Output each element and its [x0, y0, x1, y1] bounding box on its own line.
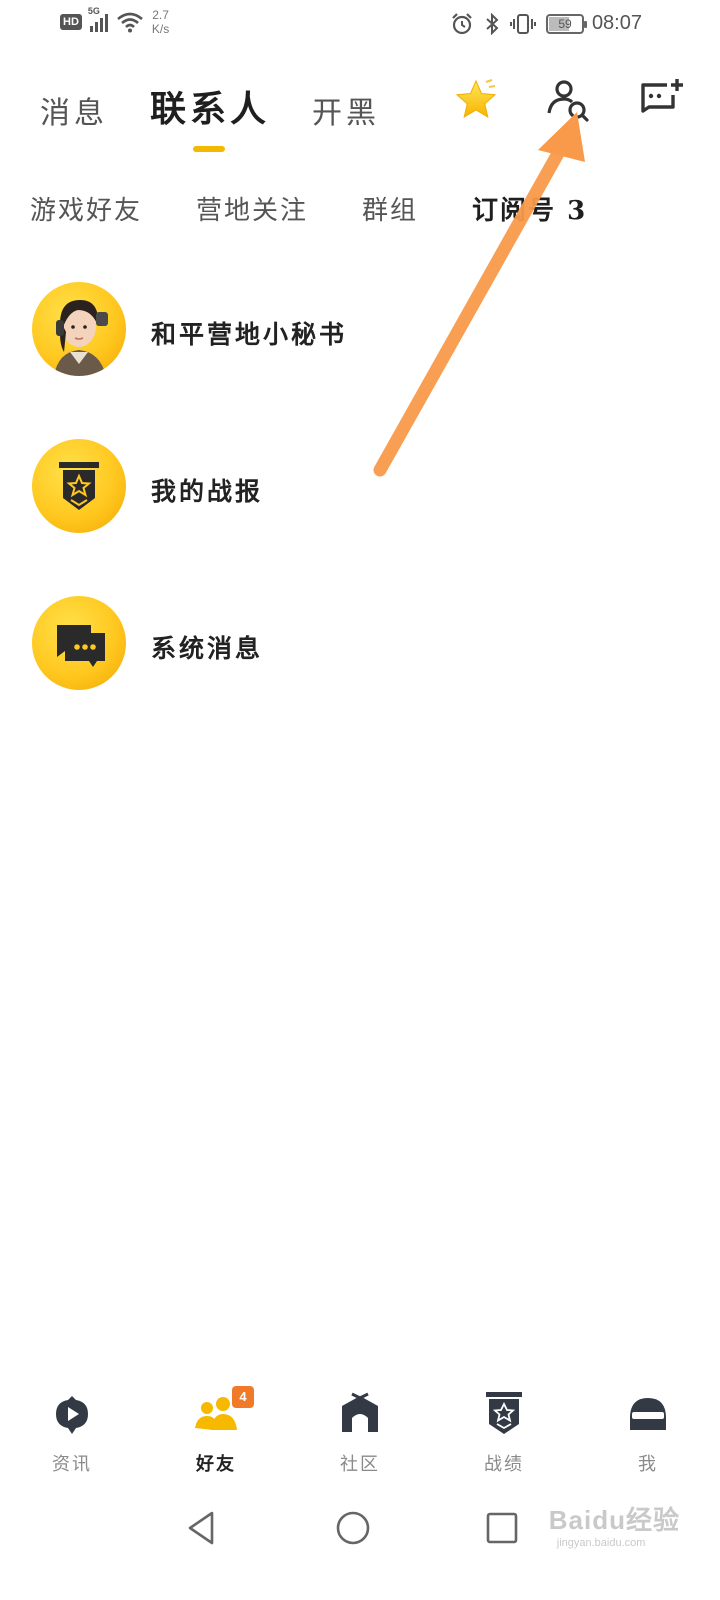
wifi-icon — [117, 12, 143, 33]
watermark-url: jingyan.baidu.com — [556, 1537, 646, 1549]
top-tab-bar: 消息 联系人 开黑 — [40, 80, 422, 152]
vibrate-icon — [510, 14, 536, 34]
nav-label: 资讯 — [52, 1454, 92, 1475]
badge-icon — [32, 439, 126, 533]
record-icon — [480, 1390, 528, 1438]
contact-name: 我的战报 — [151, 477, 264, 506]
tab-messages[interactable]: 消息 — [40, 88, 108, 132]
alarm-icon — [452, 13, 472, 35]
list-item[interactable]: 和平营地小秘书 — [0, 275, 720, 432]
battery-level: 59 — [558, 17, 572, 31]
contact-list: 和平营地小秘书 我的战报 系统消息 — [0, 275, 720, 746]
nav-me[interactable]: 我 — [576, 1390, 720, 1490]
new-chat-icon[interactable] — [636, 76, 684, 124]
subtab-subscriptions[interactable]: 订阅号 3 — [472, 190, 587, 227]
community-icon — [336, 1390, 384, 1438]
network-speed: 2.7 K/s — [152, 8, 169, 36]
nav-record[interactable]: 战绩 — [432, 1390, 576, 1490]
status-left: HD 5G 2.7 K/s — [60, 6, 169, 36]
message-icon — [32, 596, 126, 690]
star-icon[interactable] — [452, 76, 500, 124]
find-friend-icon[interactable] — [544, 76, 592, 124]
nav-friends[interactable]: 4 好友 — [144, 1386, 288, 1490]
clock: 08:07 — [591, 12, 642, 34]
recents-icon[interactable] — [482, 1508, 522, 1548]
back-icon[interactable] — [182, 1508, 222, 1548]
home-icon[interactable] — [333, 1508, 373, 1548]
tab-contacts-label: 联系人 — [150, 88, 271, 130]
contact-name: 系统消息 — [151, 634, 264, 663]
speed-value: 2.7 — [152, 8, 169, 22]
tab-team-up[interactable]: 开黑 — [312, 88, 380, 132]
me-icon — [624, 1390, 672, 1438]
list-item[interactable]: 系统消息 — [0, 589, 720, 746]
speed-unit: K/s — [151, 22, 170, 36]
hd-badge: HD — [60, 14, 82, 30]
nav-label: 好友 — [196, 1454, 236, 1475]
baidu-watermark: Baidu经验 jingyan.baidu.com — [549, 1500, 680, 1549]
tab-contacts[interactable]: 联系人 — [150, 80, 271, 152]
nav-label: 社区 — [340, 1454, 380, 1475]
watermark-text: Baidu经验 — [548, 1505, 680, 1535]
battery-indicator: 59 — [546, 14, 587, 34]
friends-icon: 4 — [192, 1386, 254, 1438]
news-icon — [48, 1390, 96, 1438]
notification-badge: 4 — [232, 1386, 254, 1408]
subtab-game-friends[interactable]: 游戏好友 — [30, 190, 142, 227]
bottom-nav: 资讯 4 好友 社区 战绩 我 — [0, 1386, 720, 1490]
sub-tab-bar: 游戏好友 营地关注 群组 订阅号 3 — [30, 190, 641, 227]
nav-community[interactable]: 社区 — [288, 1390, 432, 1490]
active-tab-indicator — [193, 146, 225, 152]
nav-label: 我 — [638, 1454, 658, 1475]
network-type: 5G — [87, 6, 100, 16]
list-item[interactable]: 我的战报 — [0, 432, 720, 589]
nav-label: 战绩 — [484, 1454, 524, 1475]
subtab-camp-follows[interactable]: 营地关注 — [196, 190, 308, 227]
status-bar: HD 5G 2.7 K/s 59 08:07 — [0, 0, 720, 50]
contact-name: 和平营地小秘书 — [151, 320, 348, 349]
secretary-avatar — [32, 282, 126, 376]
nav-news[interactable]: 资讯 — [0, 1390, 144, 1490]
signal-icon: 5G — [88, 6, 108, 32]
bluetooth-icon — [486, 12, 499, 36]
status-right-icons: 59 — [450, 12, 587, 36]
subtab-groups[interactable]: 群组 — [362, 190, 418, 227]
top-action-icons — [452, 76, 684, 124]
